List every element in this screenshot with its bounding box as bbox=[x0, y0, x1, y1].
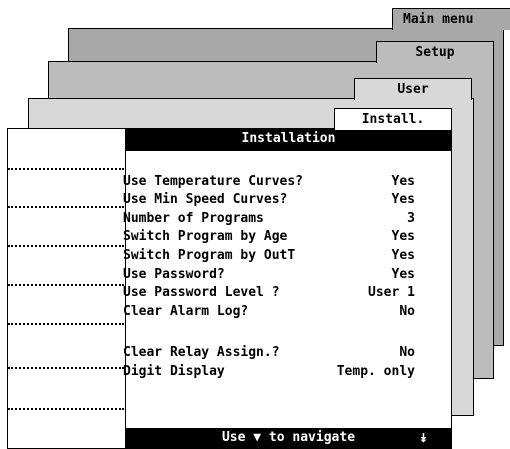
softkey-4[interactable] bbox=[8, 284, 124, 286]
softkey-5[interactable] bbox=[8, 323, 124, 325]
setting-row[interactable]: Use Password? Yes bbox=[123, 266, 415, 284]
setting-row[interactable]: Use Min Speed Curves? Yes bbox=[123, 191, 415, 209]
setting-row[interactable]: Use Password Level ? User 1 bbox=[123, 284, 415, 302]
setting-label: Clear Relay Assign.? bbox=[123, 345, 280, 360]
setting-row[interactable]: Clear Alarm Log? No bbox=[123, 303, 415, 321]
setting-value[interactable]: Yes bbox=[392, 247, 415, 265]
setting-value[interactable]: No bbox=[399, 344, 415, 362]
tab-user[interactable]: User bbox=[354, 78, 472, 100]
setting-label: Switch Program by OutT bbox=[123, 248, 296, 263]
setting-label: Use Temperature Curves? bbox=[123, 174, 304, 189]
setting-value[interactable]: Yes bbox=[392, 191, 415, 209]
softkey-7[interactable] bbox=[8, 408, 124, 410]
setting-label: Use Password Level ? bbox=[123, 285, 280, 300]
navigation-hint: Use ▼ to navigate bbox=[221, 430, 356, 445]
setting-value[interactable]: Temp. only bbox=[337, 363, 415, 381]
setting-row[interactable]: Number of Programs 3 bbox=[123, 210, 415, 228]
scroll-down-icon[interactable]: ⯯ bbox=[420, 428, 427, 448]
setting-label: Number of Programs bbox=[123, 211, 264, 226]
setting-label: Use Min Speed Curves? bbox=[123, 192, 288, 207]
softkey-6[interactable] bbox=[8, 367, 124, 369]
setting-value[interactable]: Yes bbox=[392, 173, 415, 191]
softkey-2[interactable] bbox=[8, 206, 124, 208]
setting-value[interactable]: No bbox=[399, 303, 415, 321]
setting-label: Use Password? bbox=[123, 267, 225, 282]
setting-row[interactable]: Use Temperature Curves? Yes bbox=[123, 173, 415, 191]
setting-row[interactable]: Clear Relay Assign.? No bbox=[123, 344, 415, 362]
tab-setup[interactable]: Setup bbox=[376, 41, 494, 63]
setting-value[interactable]: 3 bbox=[407, 210, 415, 228]
setting-label: Clear Alarm Log? bbox=[123, 304, 249, 319]
setting-label: Digit Display bbox=[123, 364, 225, 379]
setting-label: Switch Program by Age bbox=[123, 229, 288, 244]
setting-row[interactable]: Digit Display Temp. only bbox=[123, 363, 415, 381]
setting-value[interactable]: Yes bbox=[392, 266, 415, 284]
tab-install[interactable]: Install. bbox=[334, 108, 452, 130]
tab-main-menu[interactable]: Main menu bbox=[392, 8, 510, 30]
softkey-column bbox=[8, 129, 126, 448]
navigation-footer: Use ▼ to navigate ⯯ bbox=[126, 428, 451, 448]
panel-title: Installation bbox=[126, 129, 451, 151]
setting-row[interactable]: Switch Program by OutT Yes bbox=[123, 247, 415, 265]
softkey-3[interactable] bbox=[8, 245, 124, 247]
setting-value[interactable]: User 1 bbox=[368, 284, 415, 302]
softkey-1[interactable] bbox=[8, 168, 124, 170]
setting-value[interactable]: Yes bbox=[392, 228, 415, 246]
setting-row[interactable]: Switch Program by Age Yes bbox=[123, 228, 415, 246]
